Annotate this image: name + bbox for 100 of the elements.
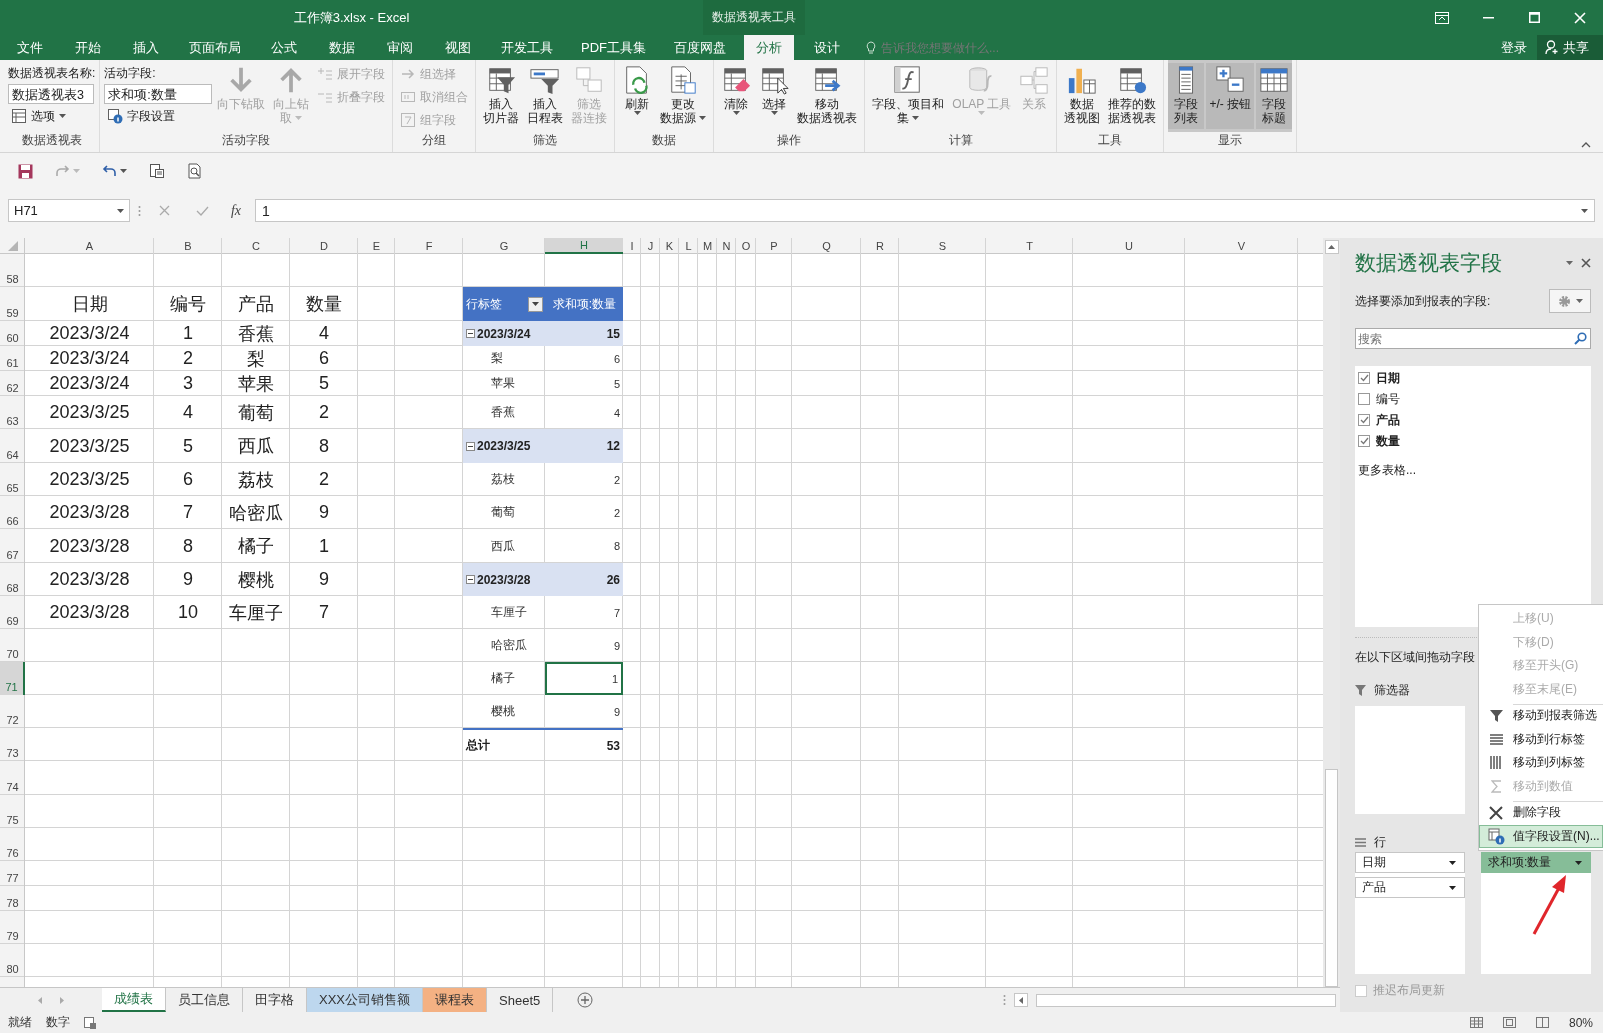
defer-checkbox[interactable] [1355, 984, 1367, 997]
preview-button[interactable] [187, 163, 203, 179]
ribbon-tab[interactable]: 插入 [121, 35, 171, 60]
row-number[interactable]: 71 [0, 662, 25, 695]
tell-me-field[interactable]: 告诉我您想要做什么... [881, 40, 1041, 55]
close-button[interactable] [1581, 258, 1591, 268]
column-header[interactable]: C [222, 238, 290, 254]
column-header[interactable]: I [623, 238, 641, 254]
print-preview-button[interactable] [149, 163, 165, 179]
field-label[interactable]: 日期 [1376, 369, 1400, 387]
column-header[interactable]: T [986, 238, 1073, 254]
row-number[interactable]: 58 [0, 254, 25, 287]
search-field[interactable]: 搜索 [1355, 328, 1591, 349]
collapse-icon[interactable] [466, 329, 475, 338]
scrollbar-thumb[interactable] [1325, 769, 1338, 987]
page-layout-button[interactable] [1502, 1017, 1516, 1028]
row-number[interactable]: 78 [0, 886, 25, 911]
row-number[interactable]: 69 [0, 596, 25, 629]
filter-dropdown-button[interactable] [528, 296, 543, 312]
row-number[interactable]: 68 [0, 563, 25, 596]
ribbon-tab[interactable]: 视图 [433, 35, 483, 60]
row-number[interactable]: 65 [0, 463, 25, 496]
row-number[interactable]: 67 [0, 529, 25, 563]
ribbon-button[interactable]: 更改 数据源 [657, 63, 710, 129]
ribbon-field[interactable]: 数据透视表3 [8, 84, 94, 104]
collapse-icon[interactable] [466, 575, 475, 584]
column-header[interactable]: F [395, 238, 463, 254]
column-header[interactable]: H [545, 238, 623, 254]
row-number[interactable]: 79 [0, 911, 25, 944]
page-break-button[interactable] [1535, 1017, 1549, 1028]
row-number[interactable]: 59 [0, 287, 25, 321]
menu-item[interactable]: 移动到列标签 [1479, 751, 1603, 775]
field-checkbox[interactable] [1358, 435, 1370, 447]
row-number[interactable]: 61 [0, 346, 25, 371]
field-checkbox[interactable] [1358, 414, 1370, 426]
more-tables-link[interactable]: 更多表格... [1358, 462, 1588, 479]
column-header[interactable]: E [358, 238, 395, 254]
column-header[interactable]: P [756, 238, 792, 254]
column-header[interactable]: D [290, 238, 358, 254]
ribbon-button[interactable]: 清除 [718, 63, 755, 129]
ribbon-button[interactable]: 选择 [756, 63, 793, 129]
area-field-item[interactable]: 求和项:数量 [1481, 852, 1591, 873]
column-header[interactable]: V [1185, 238, 1298, 254]
ribbon-tab[interactable]: 页面布局 [179, 35, 251, 60]
column-header[interactable]: N [717, 238, 736, 254]
ribbon-button[interactable]: 字段设置 [104, 105, 213, 127]
pane-options-button[interactable] [1566, 261, 1573, 265]
column-header[interactable]: G [463, 238, 545, 254]
save-button[interactable] [18, 163, 33, 179]
ribbon-button[interactable]: 字段、项目和 集 [869, 63, 948, 129]
ribbon-tab[interactable]: 设计 [802, 35, 852, 60]
settings-button[interactable] [1549, 289, 1591, 313]
ribbon-tab[interactable]: 开始 [63, 35, 113, 60]
ribbon-field[interactable]: 求和项:数量 [104, 84, 213, 104]
ribbon-button[interactable]: 推荐的数 据透视表 [1105, 63, 1160, 129]
area-field-item[interactable]: 产品 [1355, 877, 1465, 898]
share-button[interactable]: 共享 [1537, 35, 1603, 60]
column-header[interactable]: A [25, 238, 154, 254]
column-header[interactable]: O [736, 238, 756, 254]
ribbon-button[interactable]: +/- 按钮 [1206, 63, 1255, 129]
scroll-up-button[interactable] [1324, 240, 1339, 254]
column-header[interactable]: L [679, 238, 698, 254]
field-checkbox[interactable] [1358, 372, 1370, 384]
ribbon-tab[interactable]: 开发工具 [491, 35, 563, 60]
ribbon-button[interactable]: 数据 透视图 [1061, 63, 1104, 129]
menu-item[interactable]: 移动到行标签 [1479, 727, 1603, 751]
column-header[interactable]: J [641, 238, 660, 254]
zoom-level[interactable]: 80% [1568, 1015, 1593, 1030]
row-number[interactable]: 64 [0, 429, 25, 463]
ribbon-button[interactable]: 插入 切片器 [480, 63, 523, 129]
row-number[interactable]: 80 [0, 944, 25, 977]
undo-button[interactable] [102, 165, 127, 177]
ribbon-tab[interactable]: 数据 [317, 35, 367, 60]
row-number[interactable]: 60 [0, 321, 25, 346]
field-label[interactable]: 产品 [1376, 411, 1400, 429]
collapse-icon[interactable] [466, 441, 475, 451]
row-number[interactable]: 62 [0, 371, 25, 396]
column-header[interactable]: U [1073, 238, 1185, 254]
ribbon-tab[interactable]: 百度网盘 [664, 35, 736, 60]
ribbon-tab[interactable]: 分析 [744, 35, 794, 60]
ribbon-tab[interactable]: 公式 [259, 35, 309, 60]
row-number[interactable]: 74 [0, 761, 25, 795]
column-header[interactable]: Q [792, 238, 861, 254]
sign-in-link[interactable]: 登录 [1491, 35, 1537, 60]
row-number[interactable]: 70 [0, 629, 25, 662]
name-box[interactable]: H71 [8, 199, 130, 222]
sheet-tab[interactable]: 课程表 [423, 988, 487, 1012]
ribbon-button[interactable]: 移动 数据透视表 [794, 63, 861, 129]
scroll-left-button[interactable] [1014, 993, 1028, 1007]
ribbon-button[interactable]: 字段 列表 [1168, 63, 1205, 129]
row-number[interactable]: 77 [0, 861, 25, 886]
field-label[interactable]: 数量 [1376, 432, 1400, 450]
field-label[interactable]: 编号 [1376, 390, 1400, 408]
ribbon-button[interactable]: 选项 [8, 105, 96, 127]
row-number[interactable]: 66 [0, 496, 25, 529]
ribbon-tab[interactable]: 审阅 [375, 35, 425, 60]
area-field-item[interactable]: 日期 [1355, 852, 1465, 873]
column-header[interactable]: R [861, 238, 899, 254]
collapse-ribbon-button[interactable] [1581, 142, 1591, 148]
menu-item[interactable]: 值字段设置(N)... [1479, 824, 1603, 848]
